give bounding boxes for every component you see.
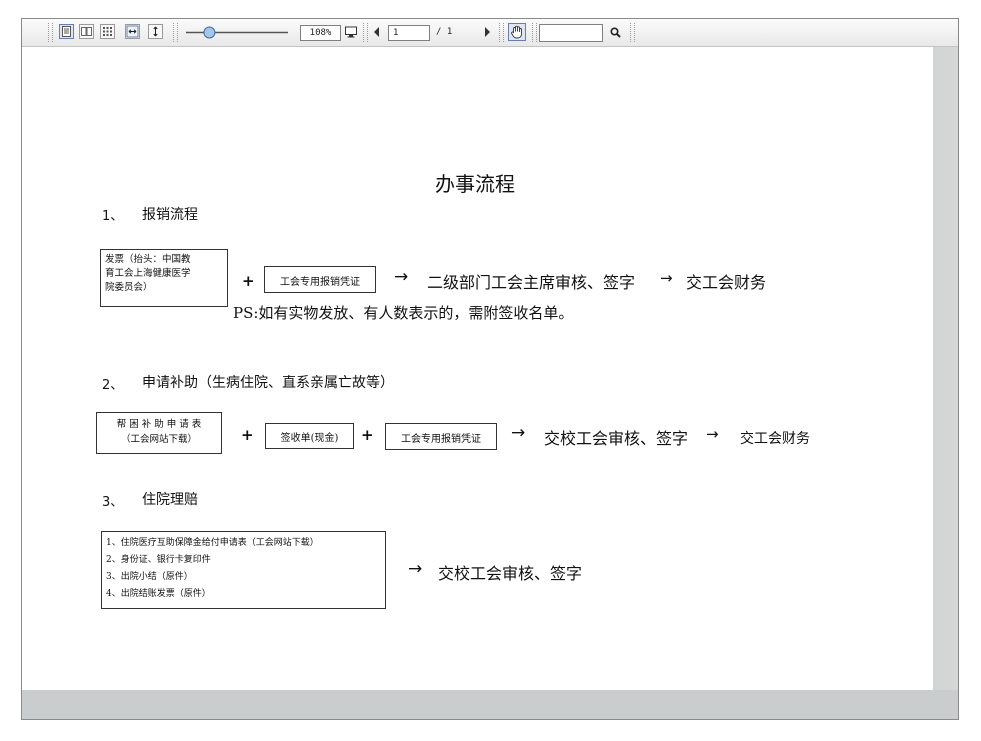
section-1-heading: 报销流程 bbox=[142, 207, 198, 223]
ps-note: PS:如有实物发放、有人数表示的，需附签收名单。 bbox=[233, 304, 574, 322]
fit-width-icon bbox=[126, 25, 139, 38]
section-2-heading: 申请补助（生病住院、直系亲属亡故等） bbox=[142, 375, 394, 391]
toolbar-separator bbox=[363, 23, 368, 42]
zoom-slider-thumb[interactable] bbox=[203, 26, 216, 39]
document-viewport[interactable]: 办事流程 1、 报销流程 发票（抬头：中国教 育工会上海健康医学 院委员会） +… bbox=[22, 47, 958, 719]
flow-arrow: → bbox=[660, 269, 673, 287]
claim-doc-item: 3、出院小结（原件） bbox=[106, 572, 193, 582]
hardship-form-line: 帮 困 补 助 申 请 表 bbox=[116, 419, 202, 430]
hardship-form-line: （工会网站下载） bbox=[120, 434, 197, 445]
two-page-icon bbox=[81, 27, 92, 36]
union-voucher-label: 工会专用报销凭证 bbox=[280, 277, 360, 288]
union-voucher-box: 工会专用报销凭证 bbox=[264, 266, 376, 293]
claim-doc-item: 4、出院结账发票（原件） bbox=[106, 589, 211, 599]
pan-tool-button[interactable] bbox=[508, 23, 526, 41]
step-submit-finance: 交工会财务 bbox=[686, 273, 767, 292]
plus-sign: + bbox=[361, 426, 374, 444]
flow-arrow: → bbox=[408, 559, 423, 579]
cash-receipt-label: 签收单(现金) bbox=[280, 433, 339, 444]
page-total-label: / 1 bbox=[436, 27, 453, 37]
invoice-box: 发票（抬头：中国教 育工会上海健康医学 院委员会） bbox=[100, 249, 228, 307]
fit-height-button[interactable] bbox=[148, 24, 163, 39]
plus-sign: + bbox=[242, 272, 255, 290]
two-page-view-button[interactable] bbox=[79, 24, 94, 39]
hospital-claim-docs-box: 1、住院医疗互助保障金给付申请表（工会网站下载） 2、身份证、银行卡复印件 3、… bbox=[101, 531, 386, 609]
toolbar-separator bbox=[630, 23, 635, 42]
previous-page-button[interactable] bbox=[372, 26, 382, 38]
hand-icon bbox=[511, 25, 522, 39]
next-page-button[interactable] bbox=[482, 26, 492, 38]
single-page-icon bbox=[62, 26, 71, 37]
flow-arrow: → bbox=[511, 423, 526, 443]
claim-doc-item: 2、身份证、银行卡复印件 bbox=[106, 555, 211, 565]
section-1-number: 1、 bbox=[102, 209, 124, 224]
cash-receipt-box: 签收单(现金) bbox=[265, 423, 354, 449]
section-2-number: 2、 bbox=[102, 378, 124, 393]
search-icon bbox=[610, 27, 621, 38]
toolbar-separator bbox=[499, 23, 504, 42]
triangle-left-icon bbox=[374, 27, 379, 37]
thumbnail-view-button[interactable] bbox=[100, 24, 115, 39]
toolbar-grip bbox=[48, 23, 53, 42]
single-page-view-button[interactable] bbox=[59, 24, 74, 39]
presentation-mode-button[interactable] bbox=[344, 25, 358, 39]
invoice-box-line: 育工会上海健康医学 bbox=[105, 268, 191, 279]
flow-arrow: → bbox=[706, 425, 719, 443]
triangle-right-icon bbox=[485, 27, 490, 37]
search-button[interactable] bbox=[608, 25, 624, 41]
claim-doc-item: 1、住院医疗互助保障金给付申请表（工会网站下载） bbox=[106, 538, 319, 548]
pdf-toolbar: 108% 1 / 1 bbox=[22, 19, 958, 47]
pdf-viewer-frame: 108% 1 / 1 办事流程 1、 报销流程 发票（抬头：中国教 育工会上海健… bbox=[21, 18, 959, 720]
document-title: 办事流程 bbox=[435, 172, 515, 196]
zoom-slider[interactable] bbox=[182, 24, 292, 41]
zoom-level-field[interactable]: 108% bbox=[300, 25, 341, 41]
search-input[interactable] bbox=[539, 24, 603, 42]
plus-sign: + bbox=[241, 426, 254, 444]
step-school-review: 交校工会审核、签字 bbox=[544, 429, 689, 448]
monitor-icon bbox=[345, 26, 357, 38]
step-school-review: 交校工会审核、签字 bbox=[438, 564, 583, 583]
step-department-review: 二级部门工会主席审核、签字 bbox=[427, 273, 636, 292]
toolbar-separator bbox=[532, 23, 537, 42]
page-number-input[interactable]: 1 bbox=[388, 25, 430, 41]
section-3-heading: 住院理赔 bbox=[142, 492, 198, 508]
step-submit-finance: 交工会财务 bbox=[740, 431, 810, 447]
toolbar-separator bbox=[173, 23, 178, 42]
flow-arrow: → bbox=[394, 267, 409, 287]
union-voucher-box: 工会专用报销凭证 bbox=[385, 423, 497, 450]
document-page: 办事流程 1、 报销流程 发票（抬头：中国教 育工会上海健康医学 院委员会） +… bbox=[22, 47, 933, 690]
fit-height-icon bbox=[153, 26, 158, 37]
section-3-number: 3、 bbox=[102, 495, 124, 510]
grid-icon bbox=[103, 27, 112, 36]
invoice-box-line: 发票（抬头：中国教 bbox=[105, 254, 191, 265]
hardship-form-box: 帮 困 补 助 申 请 表 （工会网站下载） bbox=[96, 412, 222, 454]
fit-width-button[interactable] bbox=[125, 24, 140, 39]
union-voucher-label: 工会专用报销凭证 bbox=[401, 434, 481, 445]
invoice-box-line: 院委员会） bbox=[105, 282, 153, 293]
viewer-bottom-gutter bbox=[22, 690, 958, 719]
